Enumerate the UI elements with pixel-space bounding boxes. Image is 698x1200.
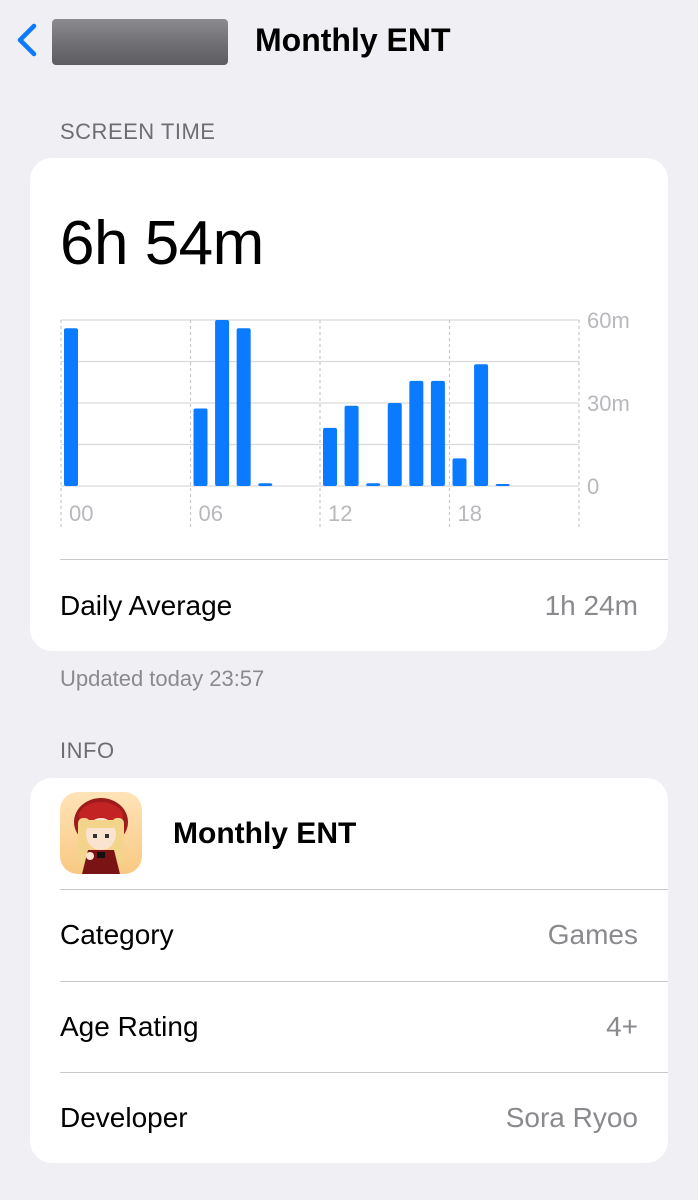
daily-average-label: Daily Average bbox=[60, 590, 233, 621]
info-section-header: INFO bbox=[60, 738, 115, 763]
y-tick-label: 60m bbox=[587, 308, 630, 333]
usage-bar-16[interactable] bbox=[409, 380, 424, 486]
y-tick-label: 30m bbox=[587, 391, 630, 416]
x-tick-label: 18 bbox=[458, 501, 482, 526]
x-tick-label: 06 bbox=[199, 501, 223, 526]
usage-bar-15[interactable] bbox=[387, 403, 402, 486]
category-value: Games bbox=[547, 919, 638, 950]
usage-bar-08[interactable] bbox=[236, 328, 251, 486]
usage-bar-07[interactable] bbox=[215, 320, 230, 486]
back-button-label-redacted[interactable] bbox=[52, 19, 228, 65]
x-tick-label: 12 bbox=[328, 501, 352, 526]
daily-average-value: 1h 24m bbox=[544, 590, 638, 621]
info-row-category: Category Games bbox=[30, 890, 668, 980]
y-tick-label: 0 bbox=[587, 474, 599, 499]
hourly-usage-chart: 60m30m000 06 12 18 bbox=[60, 308, 630, 530]
info-row-age-rating: Age Rating 4+ bbox=[30, 982, 668, 1072]
updated-timestamp: Updated today 23:57 bbox=[60, 666, 265, 691]
app-icon bbox=[60, 792, 142, 874]
navigation-bar: Monthly ENT bbox=[0, 0, 698, 80]
info-row-developer: Developer Sora Ryoo bbox=[30, 1073, 668, 1163]
developer-value: Sora Ryoo bbox=[505, 1102, 638, 1133]
developer-label: Developer bbox=[60, 1102, 188, 1133]
usage-bar-09[interactable] bbox=[258, 483, 273, 486]
screen-time-card: 6h 54m 60m 30m 0 00 06 12 18 Daily Average 1h … bbox=[30, 158, 668, 651]
category-label: Category bbox=[60, 919, 174, 950]
usage-bar-12[interactable] bbox=[323, 427, 337, 486]
usage-bar-06[interactable] bbox=[193, 408, 208, 486]
chevron-left-icon[interactable] bbox=[14, 20, 44, 60]
app-name: Monthly ENT bbox=[173, 817, 357, 850]
app-row[interactable]: Monthly ENT bbox=[30, 778, 668, 890]
x-tick-label: 00 bbox=[69, 501, 93, 526]
usage-bar-19[interactable] bbox=[474, 364, 489, 486]
usage-bar-13[interactable] bbox=[344, 405, 359, 486]
usage-bar-20[interactable] bbox=[495, 484, 510, 486]
info-card: Monthly ENT Category Games Age Rating 4+… bbox=[30, 778, 668, 1163]
usage-bar-17[interactable] bbox=[430, 380, 445, 486]
divider bbox=[60, 559, 668, 560]
age-rating-label: Age Rating bbox=[60, 1011, 199, 1042]
usage-bar-00[interactable] bbox=[64, 328, 78, 486]
age-rating-value: 4+ bbox=[606, 1011, 638, 1042]
usage-bar-18[interactable] bbox=[452, 458, 467, 486]
screen-time-section-header: SCREEN TIME bbox=[60, 119, 216, 144]
daily-average-row: Daily Average 1h 24m bbox=[30, 561, 668, 651]
usage-bar-14[interactable] bbox=[366, 483, 381, 486]
screen-time-app-detail: Monthly ENT SCREEN TIME 6h 54m 60m 30m 0 00… bbox=[0, 0, 698, 1200]
page-title: Monthly ENT bbox=[255, 22, 451, 58]
